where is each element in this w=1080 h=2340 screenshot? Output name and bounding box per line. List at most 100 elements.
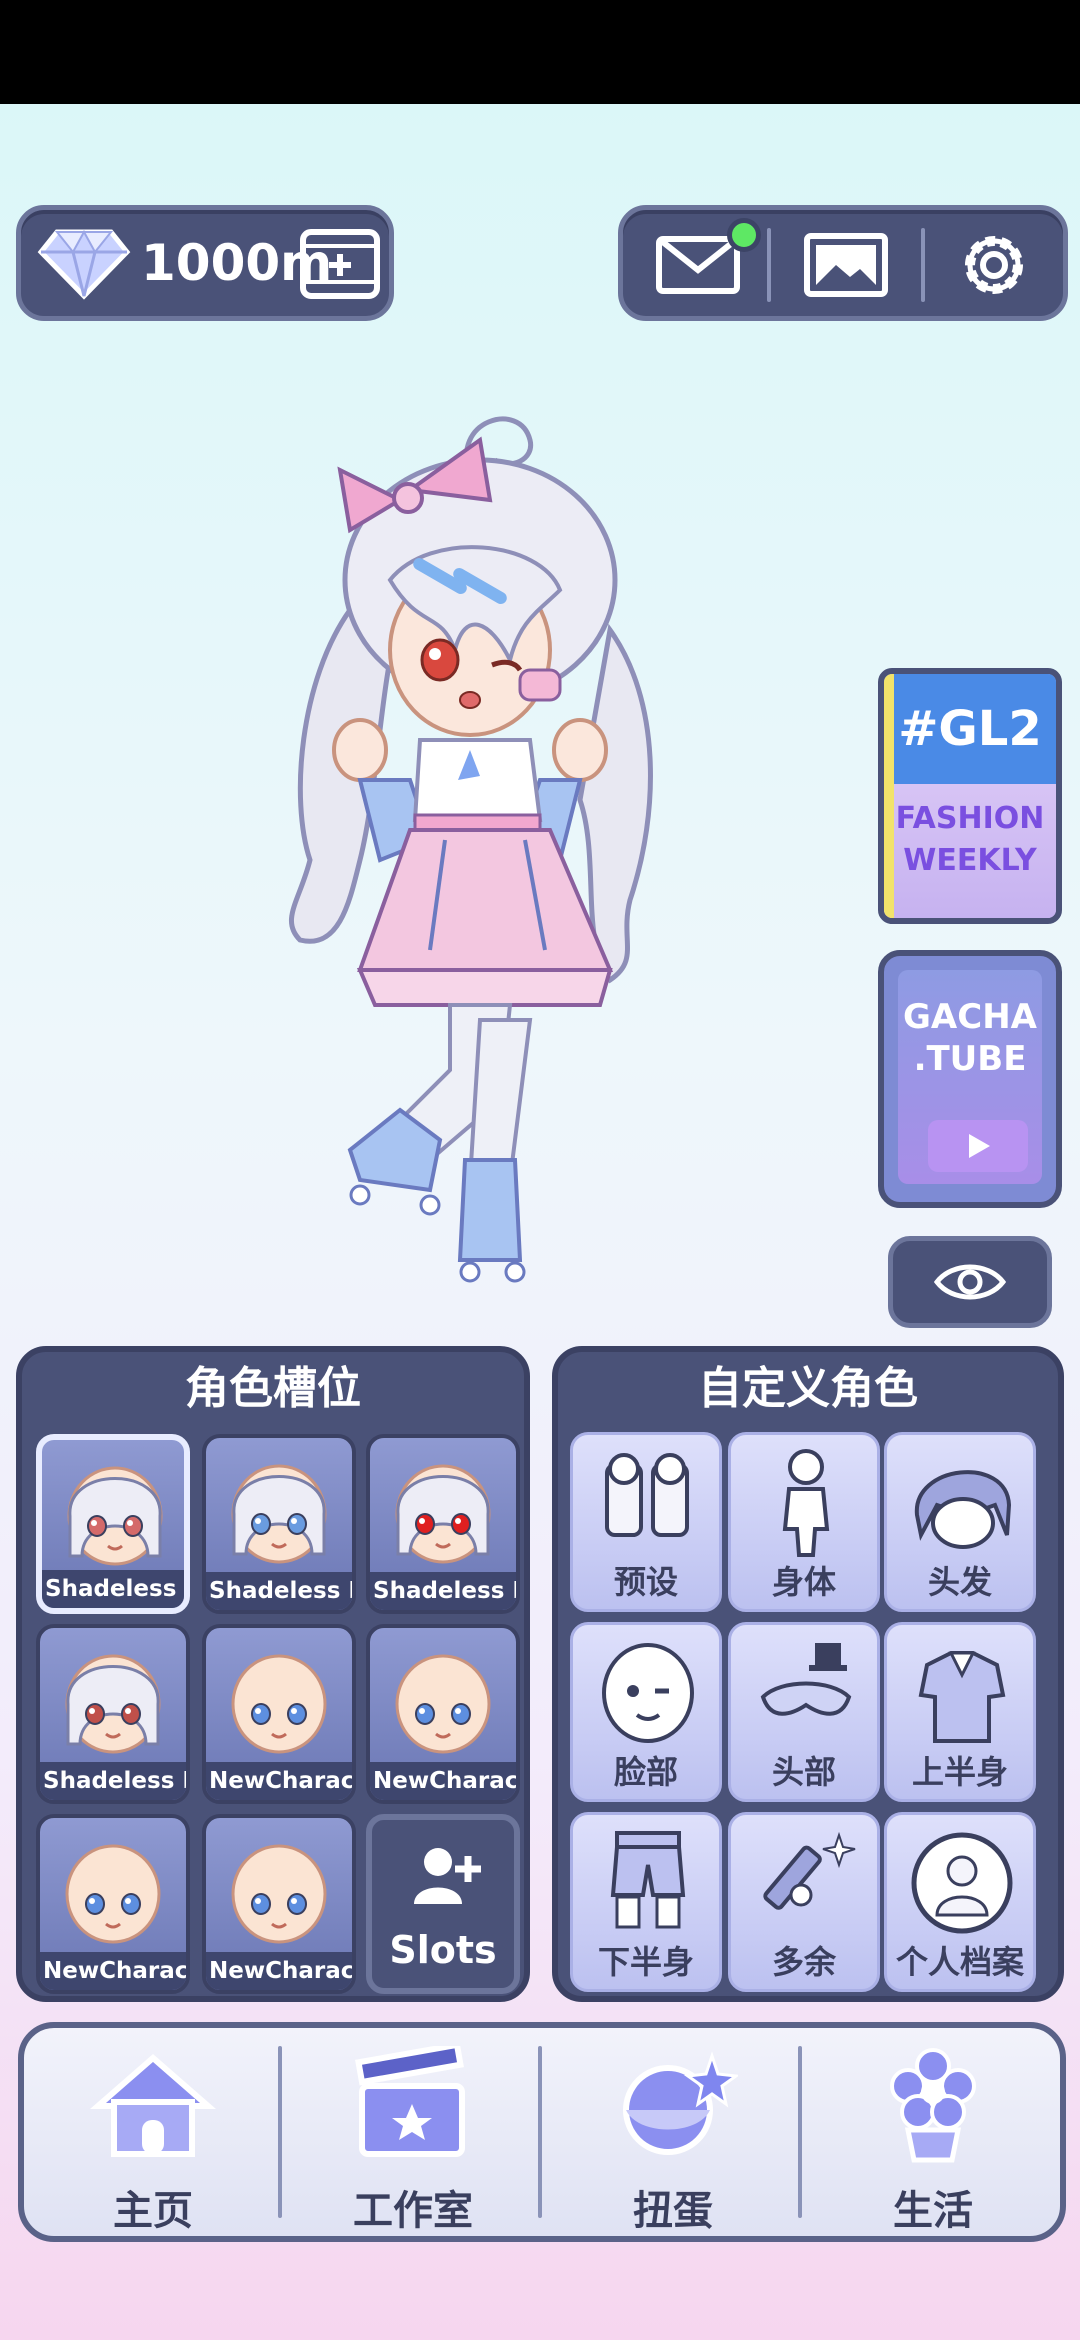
home-icon	[90, 2054, 216, 2157]
character-face-icon	[231, 1654, 327, 1754]
head-accessory-icon	[760, 1643, 852, 1716]
toggle-visibility-button[interactable]	[888, 1236, 1052, 1328]
notification-dot	[727, 218, 761, 252]
character-face-icon	[231, 1464, 327, 1564]
nav-label: 生活	[893, 2188, 973, 2234]
gacha-tube-line2: .TUBE	[913, 1039, 1027, 1079]
slot-name: Shadeless Bas	[206, 1572, 352, 1610]
tools-bar	[618, 205, 1068, 321]
gl2-line-weekly: WEEKLY	[903, 843, 1037, 878]
gallery-icon	[804, 233, 888, 297]
category-label: 身体	[771, 1563, 836, 1601]
category-face[interactable]: 脸部	[570, 1622, 722, 1802]
category-label: 个人档案	[895, 1943, 1024, 1981]
settings-button[interactable]	[929, 220, 1059, 310]
gacha-tube-line1: GACHA	[903, 997, 1037, 1037]
slot-name: Shadeless Bas	[40, 1762, 186, 1800]
character-slot[interactable]: Shadeless Bas	[36, 1434, 190, 1614]
character-slot[interactable]: NewCharacter	[202, 1814, 356, 1994]
character-face-icon	[395, 1464, 491, 1564]
card-stripe	[884, 674, 894, 918]
divider	[921, 228, 925, 302]
nav-label: 主页	[113, 2188, 193, 2234]
character-slot[interactable]: NewCharacter	[36, 1814, 190, 1994]
character-slot[interactable]: Shadeless Bas	[202, 1434, 356, 1614]
character-face-icon	[65, 1654, 161, 1754]
extra-icon	[763, 1831, 856, 1910]
studio-icon	[355, 2046, 465, 2157]
upper-body-icon	[918, 1651, 1006, 1743]
character-face-icon	[65, 1844, 161, 1944]
mail-button[interactable]	[633, 218, 763, 310]
gl2-line-fashion: FASHION	[895, 801, 1045, 836]
category-label: 上半身	[911, 1753, 1008, 1791]
character-face-icon	[67, 1466, 163, 1566]
slot-name: NewCharacter	[370, 1762, 516, 1800]
character-face-icon	[395, 1654, 491, 1754]
category-preset[interactable]: 预设	[570, 1432, 722, 1612]
hair-icon	[914, 1470, 1012, 1549]
status-bar	[0, 0, 1080, 104]
lower-body-icon	[610, 1831, 686, 1929]
slot-name: Shadeless Bas	[370, 1572, 516, 1610]
gacha-icon	[623, 2051, 738, 2155]
add-slots-label: Slots	[389, 1928, 497, 1972]
nav-item-gacha[interactable]: 扭蛋	[544, 2028, 802, 2236]
play-button[interactable]	[928, 1120, 1028, 1172]
category-label: 下半身	[597, 1943, 694, 1981]
gacha-tube-label: GACHA .TUBE	[884, 996, 1056, 1080]
life-icon	[890, 2048, 976, 2163]
category-extra[interactable]: 多余	[728, 1812, 880, 1992]
character-slot[interactable]: Shadeless Bas	[366, 1434, 520, 1614]
customize-character-panel: 自定义角色 预设 身体 头发脸部 头部 上半身下半身 多余 个人档案	[552, 1346, 1064, 2002]
character-slot[interactable]: NewCharacter	[366, 1624, 520, 1804]
bottom-nav: 主页 工作室 扭蛋 生活	[18, 2022, 1066, 2242]
profile-icon	[911, 1832, 1013, 1934]
add-slots-button[interactable]: Slots	[366, 1814, 520, 1994]
category-body[interactable]: 身体	[728, 1432, 880, 1612]
nav-divider	[278, 2046, 282, 2218]
nav-item-home[interactable]: 主页	[24, 2028, 282, 2236]
character-slots-title: 角色槽位	[185, 1363, 361, 1414]
category-lower-body[interactable]: 下半身	[570, 1812, 722, 1992]
nav-item-studio[interactable]: 工作室	[284, 2028, 542, 2236]
category-upper-body[interactable]: 上半身	[884, 1622, 1036, 1802]
body-icon	[782, 1449, 830, 1557]
category-label: 头发	[927, 1563, 992, 1601]
category-label: 脸部	[613, 1753, 678, 1791]
slot-name: Shadeless Bas	[42, 1570, 184, 1608]
customize-title: 自定义角色	[698, 1363, 918, 1414]
nav-divider	[798, 2046, 802, 2218]
category-head-accessory[interactable]: 头部	[728, 1622, 880, 1802]
slot-name: NewCharacter	[206, 1952, 352, 1990]
category-label: 多余	[771, 1943, 836, 1981]
category-label: 头部	[771, 1753, 836, 1791]
add-currency-icon[interactable]	[299, 226, 381, 302]
divider	[767, 228, 771, 302]
slot-name: NewCharacter	[206, 1762, 352, 1800]
currency-bar: 1000m	[16, 205, 394, 321]
gl2-fashion-weekly-card[interactable]: #GL2 FASHION WEEKLY	[878, 668, 1062, 924]
eye-icon	[934, 1264, 1006, 1300]
category-hair[interactable]: 头发	[884, 1432, 1036, 1612]
character-preview[interactable]	[280, 380, 710, 1310]
gl2-subtitle: FASHION WEEKLY	[884, 784, 1056, 918]
character-slots-panel: 角色槽位 Shadeless Bas Shadeless Bas Shadeless…	[16, 1346, 530, 2002]
category-profile[interactable]: 个人档案	[884, 1812, 1036, 1992]
gacha-tube-card[interactable]: GACHA .TUBE	[878, 950, 1062, 1208]
settings-icon	[965, 236, 1023, 294]
character-slot[interactable]: Shadeless Bas	[36, 1624, 190, 1804]
gl2-title: #GL2	[884, 674, 1056, 784]
category-label: 预设	[613, 1563, 678, 1601]
nav-label: 工作室	[353, 2188, 473, 2234]
mail-icon	[656, 236, 740, 294]
face-icon	[602, 1643, 694, 1743]
play-icon	[969, 1134, 990, 1158]
slot-name: NewCharacter	[40, 1952, 186, 1990]
nav-item-life[interactable]: 生活	[804, 2028, 1062, 2236]
character-slot[interactable]: NewCharacter	[202, 1624, 356, 1804]
gallery-button[interactable]	[781, 220, 911, 310]
gem-icon	[37, 229, 131, 300]
nav-divider	[538, 2046, 542, 2218]
add-person-icon	[414, 1848, 481, 1904]
